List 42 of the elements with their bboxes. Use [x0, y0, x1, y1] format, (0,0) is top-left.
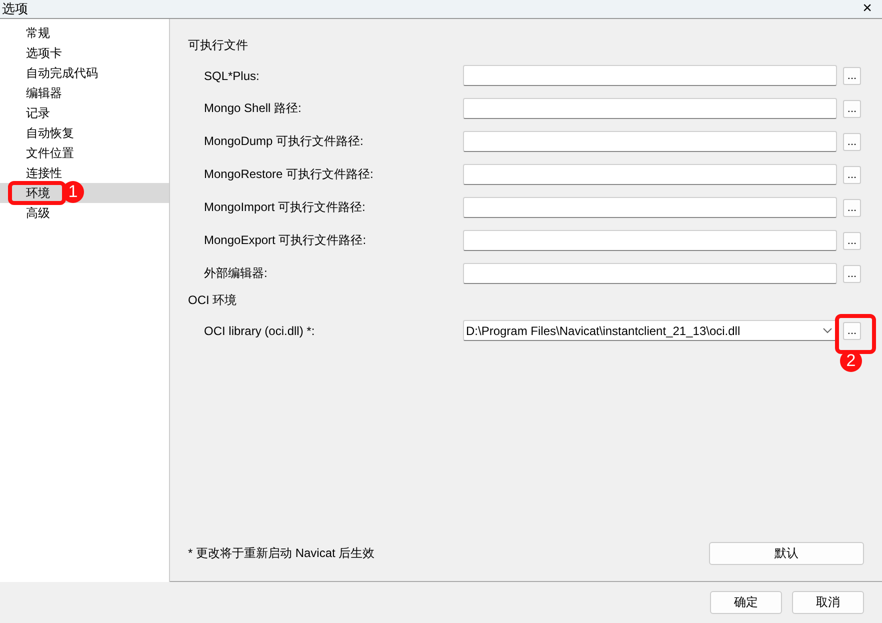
input-field[interactable]: [463, 98, 837, 119]
field-label: MongoRestore 可执行文件路径:: [203, 166, 374, 183]
sidebar-item[interactable]: 连接性: [0, 163, 169, 183]
field-label: MongoImport 可执行文件路径:: [203, 199, 366, 216]
sidebar-item[interactable]: 记录: [0, 103, 169, 123]
close-button[interactable]: ×: [852, 1, 882, 17]
browse-button[interactable]: ...: [843, 264, 861, 282]
section-heading: OCI 环境: [188, 292, 238, 309]
browse-button[interactable]: ...: [843, 132, 861, 150]
browse-button[interactable]: ...: [843, 166, 861, 184]
window-title: 选项: [1, 0, 28, 18]
sidebar-item[interactable]: 选项卡: [0, 43, 169, 63]
field-label: 外部编辑器:: [203, 265, 268, 282]
input-field[interactable]: [463, 197, 837, 218]
sidebar-item[interactable]: 文件位置: [0, 143, 169, 163]
sidebar-item[interactable]: 自动恢复: [0, 123, 169, 143]
input-field[interactable]: [463, 230, 837, 251]
note-text: * 更改将于重新启动 Navicat 后生效: [188, 545, 375, 562]
sidebar-item[interactable]: 编辑器: [0, 83, 169, 103]
field-label: OCI library (oci.dll) *:: [203, 324, 316, 338]
default-button[interactable]: 默认: [709, 542, 864, 565]
caret-icon: [823, 328, 832, 334]
browse-button[interactable]: ...: [843, 232, 861, 250]
input-field[interactable]: [463, 263, 837, 284]
browse-button[interactable]: ...: [843, 198, 861, 216]
field-label: SQL*Plus:: [203, 68, 260, 82]
sidebar-item[interactable]: 自动完成代码: [0, 63, 169, 83]
sidebar-item[interactable]: 常规: [0, 23, 169, 43]
field-label: Mongo Shell 路径:: [203, 100, 302, 117]
field-label: MongoDump 可执行文件路径:: [203, 133, 364, 150]
field-label: MongoExport 可执行文件路径:: [203, 232, 368, 249]
path-dropdown[interactable]: D:\Program Files\Navicat\instantclient_21_13\oci.dll: [463, 320, 837, 341]
browse-button[interactable]: ...: [843, 66, 861, 84]
input-field[interactable]: [463, 131, 837, 152]
section-heading: 可执行文件: [188, 37, 249, 54]
browse-button[interactable]: ...: [843, 100, 861, 118]
input-field[interactable]: [463, 65, 837, 86]
sidebar-item[interactable]: 高级: [0, 203, 169, 223]
dialog-button[interactable]: 确定: [710, 591, 782, 614]
input-field[interactable]: [463, 164, 837, 185]
browse-button[interactable]: ...: [843, 322, 861, 340]
dialog-button[interactable]: 取消: [792, 591, 864, 614]
